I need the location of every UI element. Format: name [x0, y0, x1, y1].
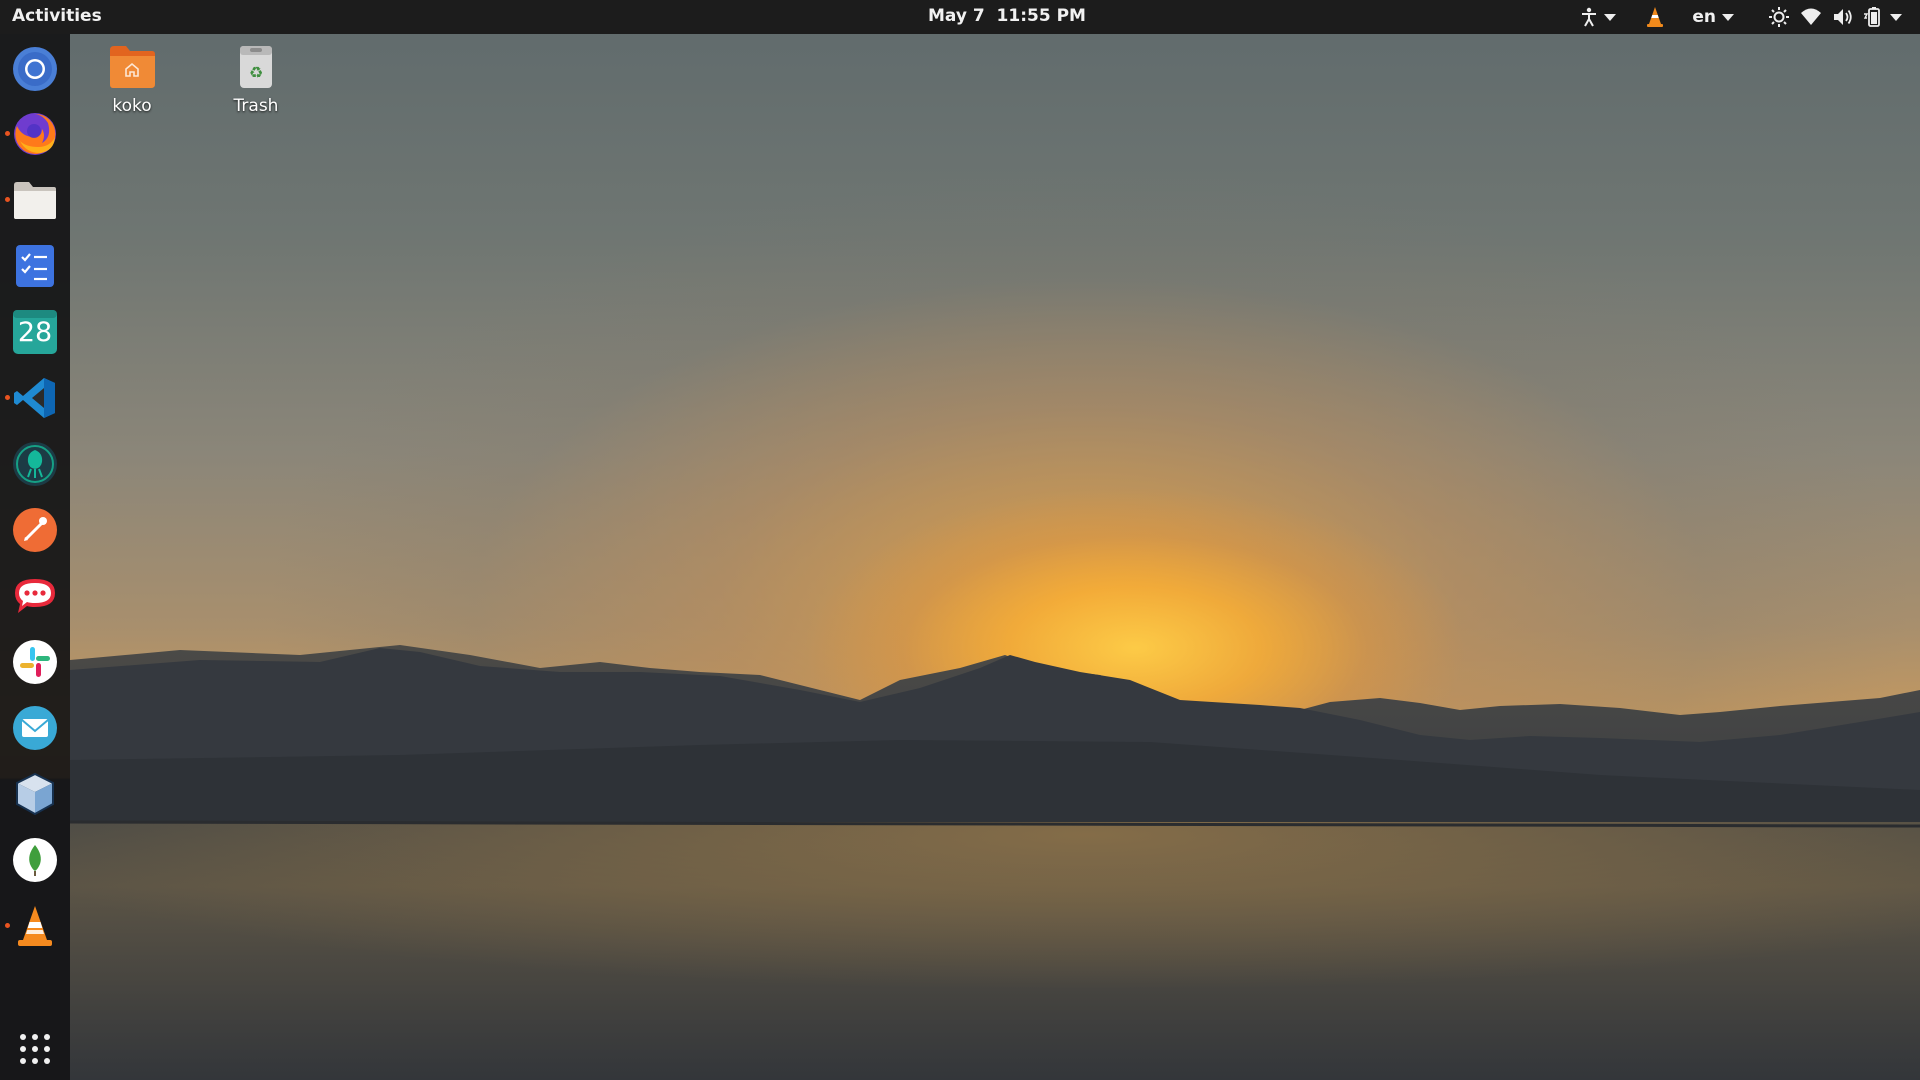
desktop-icon-label: koko [112, 96, 152, 116]
tasks-icon [16, 245, 54, 287]
vscode-icon [14, 378, 55, 418]
dock-item-vlc[interactable] [10, 901, 60, 951]
mail-icon [13, 706, 57, 750]
vlc-icon [18, 906, 52, 946]
dock-item-gitkraken[interactable] [10, 439, 60, 489]
brightness-icon [1769, 7, 1789, 27]
dock: 28 [0, 34, 70, 1080]
app-grid-icon [20, 1034, 50, 1064]
desktop-icon-home[interactable]: koko [84, 42, 180, 116]
dock-item-virtualbox[interactable] [10, 769, 60, 819]
wifi-icon [1801, 8, 1821, 25]
top-bar: Activities May 7 11:55 PM en [0, 0, 1920, 34]
accessibility-icon [1582, 7, 1597, 27]
slack-icon [13, 640, 57, 684]
svg-text:♻: ♻ [249, 63, 263, 82]
accessibility-menu[interactable] [1574, 0, 1622, 34]
language-menu[interactable]: en [1672, 0, 1740, 34]
dock-item-rocketchat[interactable] [10, 571, 60, 621]
desktop-icon-trash[interactable]: ♻ Trash [208, 42, 304, 116]
chevron-down-icon [1722, 13, 1734, 21]
dock-item-mail[interactable] [10, 703, 60, 753]
wallpaper [0, 0, 1920, 1080]
mongodb-icon [13, 838, 57, 882]
chromium-icon [13, 47, 57, 91]
wallpaper-scenery [69, 645, 1920, 1080]
dock-item-files[interactable] [10, 175, 60, 225]
calendar-icon: 28 [12, 309, 58, 355]
desktop-screen: koko ♻ Trash Activities May 7 11:55 PM e… [0, 0, 1920, 1080]
system-menu[interactable] [1740, 0, 1908, 34]
dock-item-tasks[interactable] [10, 241, 60, 291]
dock-item-slack[interactable] [10, 637, 60, 687]
activities-button[interactable]: Activities [12, 6, 102, 26]
postman-icon [13, 508, 57, 552]
vlc-tray-button[interactable] [1622, 0, 1672, 34]
desktop-icon-label: Trash [233, 96, 279, 116]
chevron-down-icon [1604, 13, 1617, 21]
gitkraken-icon [13, 442, 57, 486]
firefox-icon [14, 113, 56, 155]
language-label: en [1692, 7, 1716, 27]
dock-item-mongodb-compass[interactable] [10, 835, 60, 885]
files-icon [14, 182, 56, 219]
home-folder-icon [110, 46, 155, 88]
dock-item-postman[interactable] [10, 505, 60, 555]
dock-item-firefox[interactable] [10, 109, 60, 159]
dock-item-chromium[interactable] [10, 44, 60, 94]
show-applications-button[interactable] [10, 1024, 60, 1074]
volume-icon [1834, 9, 1852, 25]
rocketchat-icon [15, 579, 55, 613]
dock-item-vscode[interactable] [10, 373, 60, 423]
system-tray: en [1574, 0, 1908, 34]
battery-icon [1863, 7, 1880, 27]
calendar-date: 28 [17, 316, 53, 348]
chevron-down-icon [1890, 13, 1902, 21]
trash-icon: ♻ [240, 46, 272, 88]
vlc-tray-icon [1647, 7, 1664, 27]
clock[interactable]: May 7 11:55 PM [928, 6, 1086, 26]
virtualbox-icon [16, 772, 54, 816]
dock-item-calendar[interactable]: 28 [10, 307, 60, 357]
